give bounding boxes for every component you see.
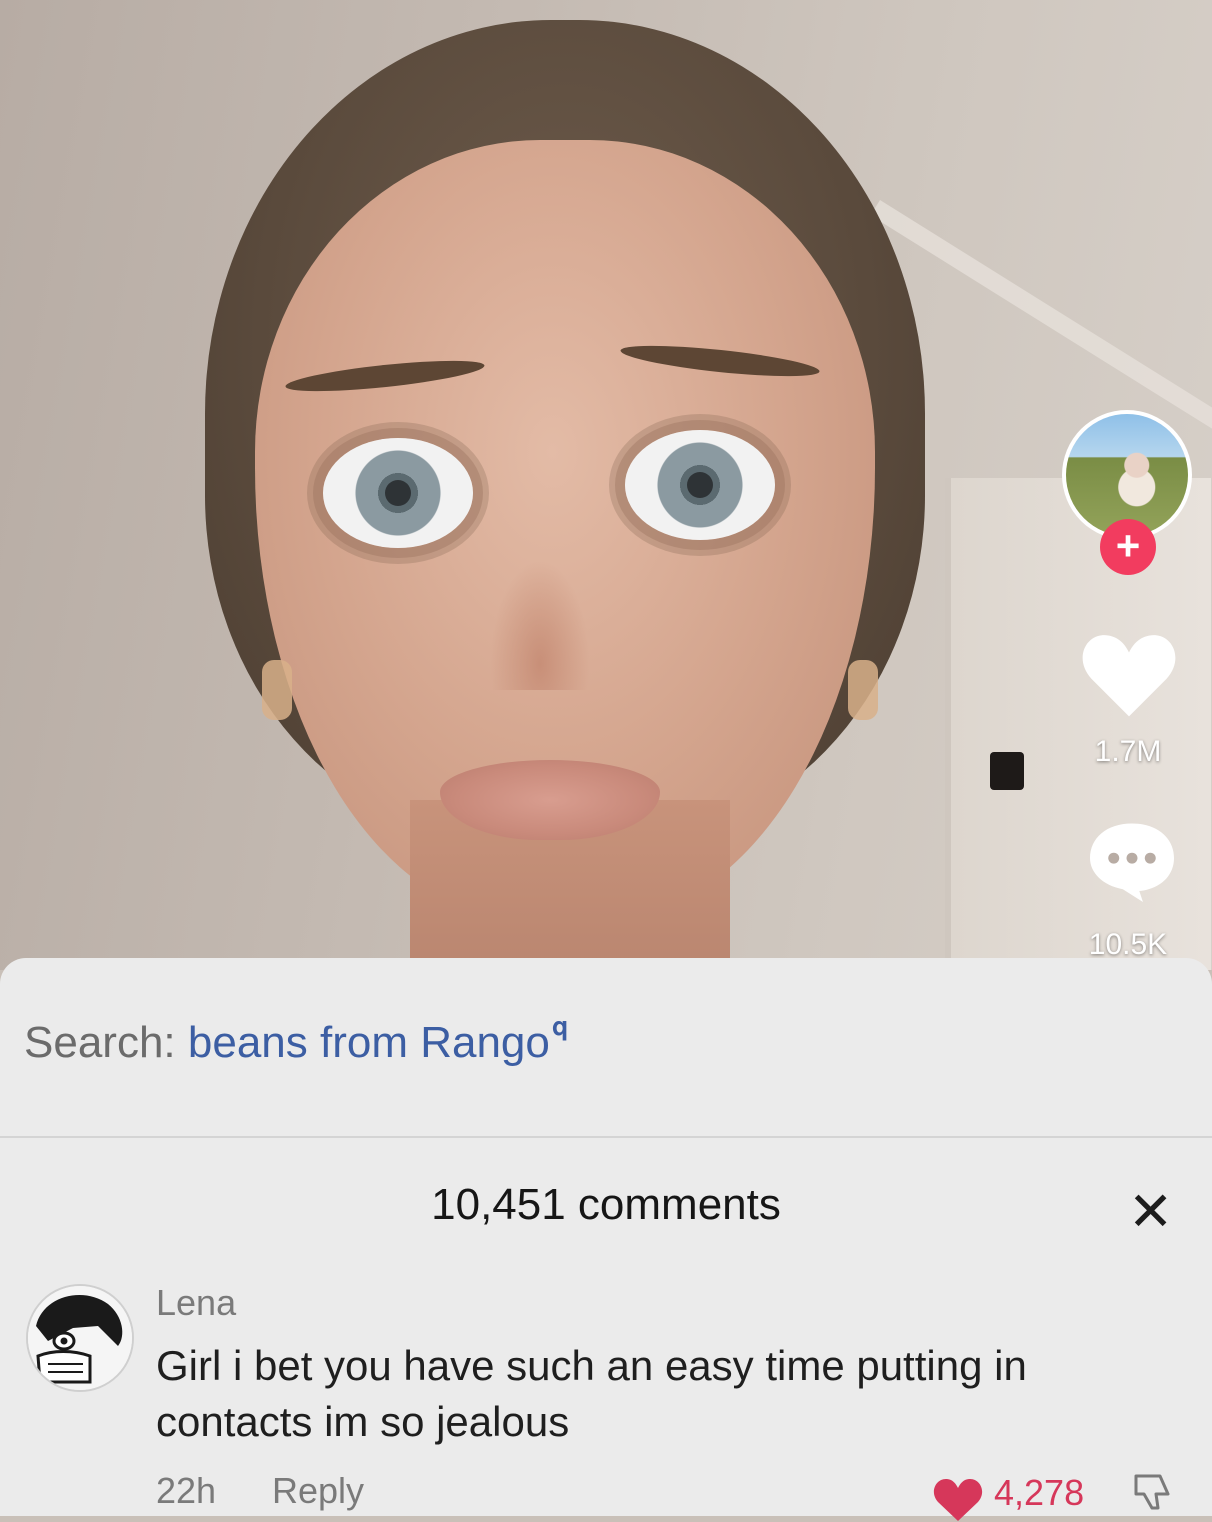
comment-like-heart-icon[interactable]	[932, 1478, 984, 1522]
comment-icon[interactable]	[1086, 818, 1178, 902]
search-prefix: Search:	[24, 1018, 176, 1067]
right-eye	[625, 430, 775, 540]
comment-timestamp: 22h	[156, 1470, 217, 1511]
comment-author[interactable]: Lena	[156, 1282, 236, 1324]
video-frame[interactable]	[0, 0, 1212, 970]
like-count: 1.7M	[1094, 735, 1162, 768]
comment-text: Girl i bet you have such an easy time pu…	[156, 1342, 1027, 1445]
right-earring	[848, 660, 878, 720]
divider	[0, 1136, 1212, 1138]
left-eye	[323, 438, 473, 548]
close-icon[interactable]: ✕	[1128, 1185, 1173, 1239]
reply-button[interactable]: Reply	[272, 1470, 364, 1512]
avatar[interactable]	[26, 1284, 134, 1392]
manga-avatar-icon	[28, 1286, 132, 1390]
search-query[interactable]: beans from Rango	[188, 1018, 550, 1067]
comment-count: 10.5K	[1088, 928, 1168, 961]
comments-count-title: 10,451 comments	[431, 1180, 781, 1229]
heart-icon[interactable]	[1082, 630, 1176, 720]
search-suggestion[interactable]: Search: beans from Rango𝐪	[24, 1011, 568, 1068]
search-icon: 𝐪	[551, 1011, 569, 1041]
dislike-icon[interactable]	[1130, 1470, 1174, 1514]
nose	[490, 560, 590, 690]
left-earring	[262, 660, 292, 720]
follow-plus-icon[interactable]: +	[1100, 519, 1156, 575]
comment-like-count: 4,278	[994, 1472, 1085, 1513]
door-knob	[990, 752, 1024, 790]
creator-avatar-image	[1066, 414, 1188, 536]
